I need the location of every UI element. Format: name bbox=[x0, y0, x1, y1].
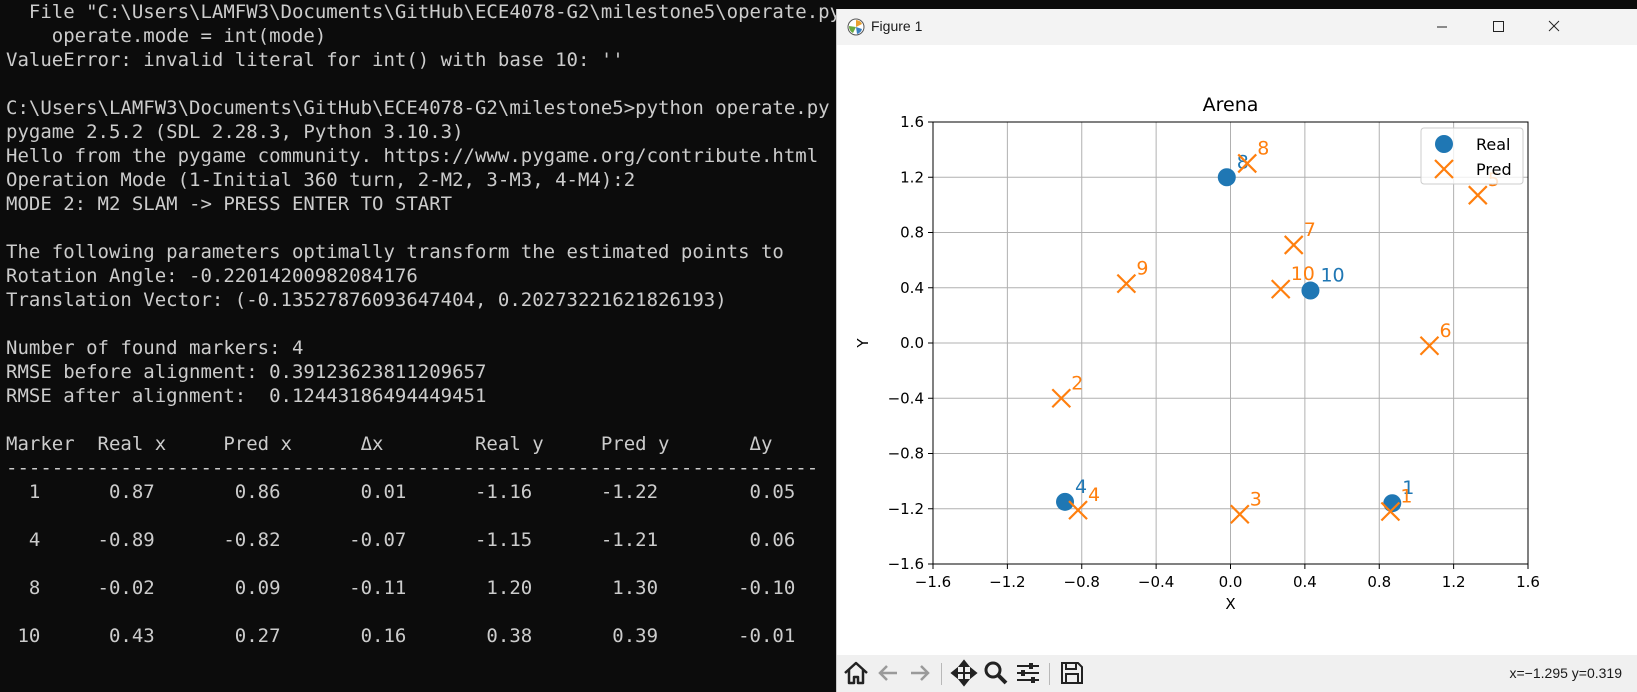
chart-title: Arena bbox=[1203, 94, 1259, 116]
pred-marker-point bbox=[1283, 235, 1304, 255]
y-tick-label: −0.8 bbox=[888, 445, 924, 463]
forward-button[interactable] bbox=[905, 658, 935, 688]
forward-icon bbox=[911, 665, 930, 681]
x-tick-label: −0.4 bbox=[1138, 573, 1174, 591]
pred-marker-point bbox=[1230, 504, 1250, 525]
terminal-line: 1 0.87 0.86 0.01 -1.16 -1.22 0.05 bbox=[6, 481, 796, 503]
real-point-label: 4 bbox=[1075, 476, 1087, 498]
terminal-line: operate.mode = int(mode) bbox=[6, 25, 327, 47]
pred-point-label: 9 bbox=[1136, 258, 1148, 280]
close-button[interactable] bbox=[1526, 9, 1582, 45]
pred-point-label: 7 bbox=[1304, 219, 1316, 241]
terminal-line: ----------------------------------------… bbox=[6, 457, 819, 479]
minimize-icon bbox=[1437, 26, 1447, 28]
save-icon bbox=[1061, 662, 1083, 684]
y-tick-label: −0.4 bbox=[888, 389, 924, 407]
x-tick-label: 1.2 bbox=[1442, 573, 1466, 591]
home-button[interactable] bbox=[841, 658, 871, 688]
x-tick-label: 0.8 bbox=[1367, 573, 1391, 591]
legend-label: Real bbox=[1476, 135, 1511, 154]
y-tick-label: 1.6 bbox=[900, 113, 924, 131]
pred-marker-point bbox=[1270, 279, 1291, 299]
y-tick-label: 0.4 bbox=[900, 279, 924, 297]
pred-point-label: 6 bbox=[1439, 320, 1451, 342]
pred-point-label: 3 bbox=[1250, 488, 1262, 510]
terminal-line: 4 -0.89 -0.82 -0.07 -1.15 -1.21 0.06 bbox=[6, 529, 796, 551]
pan-button[interactable] bbox=[949, 658, 979, 688]
terminal-line: Translation Vector: (-0.1352787609364740… bbox=[6, 289, 727, 311]
terminal-line: 8 -0.02 0.09 -0.11 1.20 1.30 -0.10 bbox=[6, 577, 796, 599]
legend-label: Pred bbox=[1476, 160, 1512, 179]
y-tick-label: −1.2 bbox=[888, 500, 924, 518]
back-icon bbox=[878, 665, 897, 681]
x-tick-label: −0.8 bbox=[1064, 573, 1100, 591]
configure-subplots-button[interactable] bbox=[1013, 658, 1043, 688]
terminal-line: Rotation Angle: -0.22014200982084176 bbox=[6, 265, 418, 287]
terminal-line: RMSE after alignment: 0.1244318649444945… bbox=[6, 385, 487, 407]
terminal-window[interactable]: File "C:\Users\LAMFW3\Documents\GitHub\E… bbox=[0, 0, 836, 692]
pred-marker-point bbox=[1116, 273, 1137, 294]
toolbar-separator bbox=[941, 663, 942, 685]
legend-real-swatch bbox=[1435, 135, 1453, 153]
maximize-button[interactable] bbox=[1470, 9, 1526, 45]
terminal-line: The following parameters optimally trans… bbox=[6, 241, 784, 263]
terminal-line: Marker Real x Pred x Δx Real y Pred y Δy bbox=[6, 433, 773, 455]
x-tick-label: 0.0 bbox=[1219, 573, 1243, 591]
cursor-coordinates: x=−1.295 y=0.319 bbox=[1509, 665, 1623, 681]
x-tick-label: −1.2 bbox=[989, 573, 1025, 591]
real-marker-point bbox=[1056, 492, 1075, 511]
x-tick-label: −1.6 bbox=[915, 573, 951, 591]
terminal-line: ValueError: invalid literal for int() wi… bbox=[6, 49, 624, 71]
zoom-icon bbox=[984, 661, 1008, 685]
pred-marker-point bbox=[1068, 500, 1088, 520]
terminal-line: Operation Mode (1-Initial 360 turn, 2-M2… bbox=[6, 169, 636, 191]
maximize-icon bbox=[1493, 21, 1504, 32]
configure-subplots-icon bbox=[1017, 663, 1039, 683]
pred-point-label: 10 bbox=[1291, 263, 1315, 285]
arena-chart: −1.6 −1.2 −0.8 −0.4 0.0 0.4 0.8 1.2 1.6 −1.6 −1.2 −… bbox=[854, 94, 1540, 613]
y-tick-label: 0.8 bbox=[900, 224, 924, 242]
matplotlib-app-icon bbox=[847, 18, 865, 36]
y-tick-label: 0.0 bbox=[900, 334, 924, 352]
x-tick-label: 0.4 bbox=[1293, 573, 1317, 591]
terminal-line: RMSE before alignment: 0.391236238112096… bbox=[6, 361, 487, 383]
terminal-line: Number of found markers: 4 bbox=[6, 337, 304, 359]
home-icon bbox=[844, 661, 868, 685]
pred-marker-point bbox=[1419, 335, 1440, 356]
toolbar-separator bbox=[1049, 663, 1050, 685]
terminal-line: C:\Users\LAMFW3\Documents\GitHub\ECE4078… bbox=[6, 97, 830, 119]
y-tick-label: 1.2 bbox=[900, 168, 924, 186]
y-axis-label: Y bbox=[854, 338, 872, 349]
navigation-toolbar: x=−1.295 y=0.319 bbox=[837, 655, 1637, 692]
title-bar[interactable]: Figure 1 bbox=[837, 9, 1637, 45]
real-point-label: 10 bbox=[1320, 265, 1344, 287]
window-title: Figure 1 bbox=[871, 18, 923, 34]
real-marker-point bbox=[1217, 168, 1236, 187]
pred-point-label: 8 bbox=[1257, 137, 1269, 159]
plot-canvas[interactable]: −1.6 −1.2 −0.8 −0.4 0.0 0.4 0.8 1.2 1.6 −1.6 −1.2 −… bbox=[837, 45, 1637, 655]
terminal-line: Hello from the pygame community. https:/… bbox=[6, 145, 819, 167]
back-button[interactable] bbox=[873, 658, 903, 688]
pred-marker-point bbox=[1468, 185, 1488, 205]
y-tick-label: −1.6 bbox=[888, 555, 924, 573]
x-axis-label: X bbox=[1225, 595, 1235, 613]
minimize-button[interactable] bbox=[1414, 9, 1470, 45]
pred-point-label: 1 bbox=[1400, 486, 1412, 508]
pred-point-label: 4 bbox=[1088, 484, 1100, 506]
pred-point-label: 2 bbox=[1071, 372, 1083, 394]
terminal-line: File "C:\Users\LAMFW3\Documents\GitHub\E… bbox=[28, 1, 836, 23]
terminal-line: pygame 2.5.2 (SDL 2.28.3, Python 3.10.3) bbox=[6, 121, 464, 143]
pan-icon bbox=[950, 659, 978, 687]
terminal-line: MODE 2: M2 SLAM -> PRESS ENTER TO START bbox=[6, 193, 453, 215]
terminal-line: 10 0.43 0.27 0.16 0.38 0.39 -0.01 bbox=[6, 625, 796, 647]
zoom-button[interactable] bbox=[981, 658, 1011, 688]
save-button[interactable] bbox=[1057, 658, 1087, 688]
figure-window: Figure 1 −1.6 −1.2 −0.8 −0.4 0.0 0.4 0.8 1.2 1.6… bbox=[836, 9, 1637, 692]
close-icon bbox=[1548, 20, 1560, 32]
x-tick-label: 1.6 bbox=[1516, 573, 1540, 591]
